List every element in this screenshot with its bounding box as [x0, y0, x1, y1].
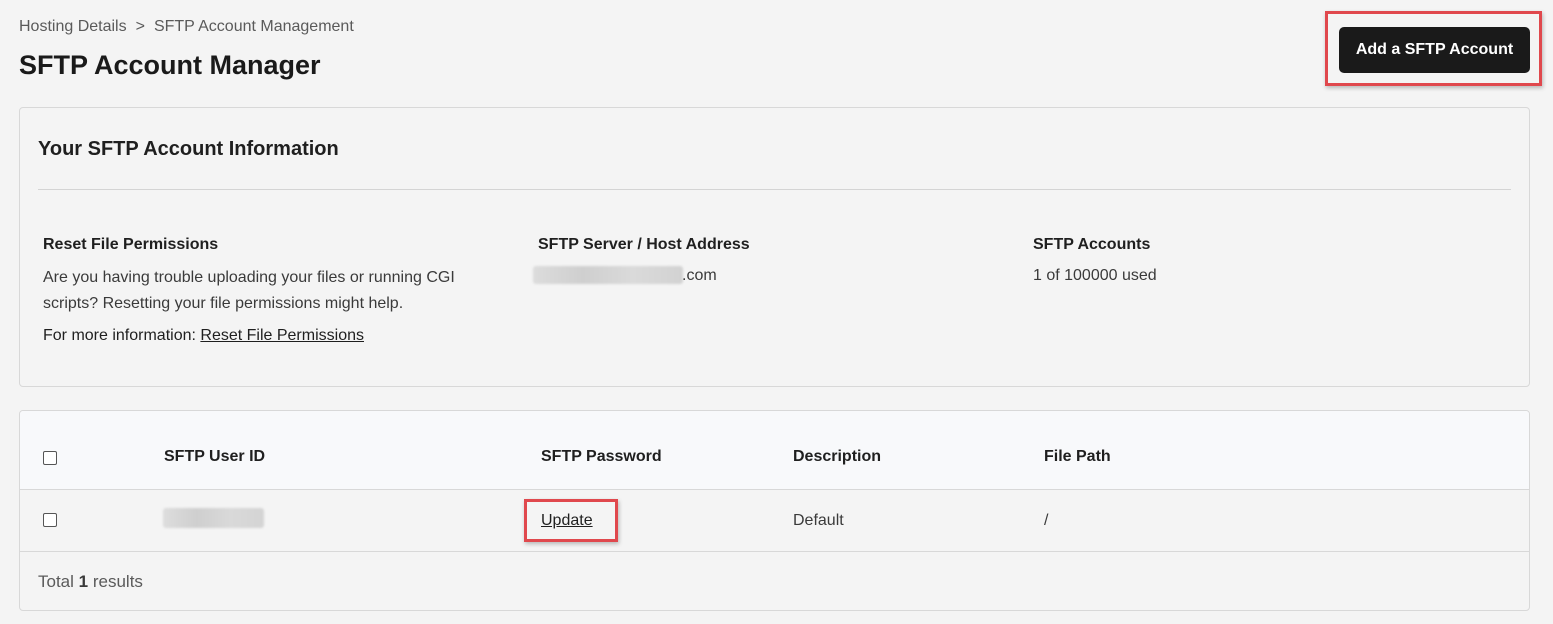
sftp-accounts-table: SFTP User ID SFTP Password Description F…	[19, 410, 1530, 611]
reset-file-permissions-link[interactable]: Reset File Permissions	[200, 327, 364, 344]
add-sftp-account-button[interactable]: Add a SFTP Account	[1339, 27, 1530, 73]
redacted-host-address	[533, 266, 683, 284]
more-info-line: For more information: Reset File Permiss…	[43, 323, 364, 349]
reset-permissions-line-2: scripts? Resetting your file permissions…	[43, 295, 404, 312]
info-card-title: Your SFTP Account Information	[38, 138, 339, 160]
column-header-description[interactable]: Description	[793, 448, 881, 466]
column-header-user-id[interactable]: SFTP User ID	[164, 448, 265, 466]
column-header-file-path[interactable]: File Path	[1044, 448, 1111, 466]
row-checkbox[interactable]	[43, 513, 57, 527]
breadcrumb: Hosting Details > SFTP Account Management	[19, 18, 354, 36]
table-row: Update Default /	[20, 490, 1529, 552]
server-address-heading: SFTP Server / Host Address	[538, 236, 750, 253]
breadcrumb-hosting-details[interactable]: Hosting Details	[19, 18, 127, 35]
row-file-path: /	[1044, 512, 1049, 529]
page-title: SFTP Account Manager	[19, 50, 321, 80]
results-summary: Total 1 results	[38, 572, 143, 592]
column-header-password[interactable]: SFTP Password	[541, 448, 662, 466]
update-link-highlight	[524, 499, 618, 542]
host-address-suffix: .com	[682, 267, 717, 284]
sftp-accounts-usage: 1 of 100000 used	[1033, 267, 1157, 284]
breadcrumb-separator: >	[135, 18, 145, 35]
reset-permissions-heading: Reset File Permissions	[43, 236, 219, 253]
select-all-checkbox[interactable]	[43, 451, 57, 465]
results-suffix: results	[92, 572, 143, 591]
sftp-info-card: Your SFTP Account Information Reset File…	[19, 107, 1530, 387]
sftp-accounts-heading: SFTP Accounts	[1033, 236, 1151, 253]
info-card-divider	[38, 189, 1511, 190]
reset-permissions-line-1: Are you having trouble uploading your fi…	[43, 269, 455, 286]
table-header: SFTP User ID SFTP Password Description F…	[20, 411, 1529, 490]
redacted-user-id	[163, 508, 264, 528]
results-prefix: Total	[38, 572, 74, 591]
more-info-prefix: For more information:	[43, 327, 196, 344]
breadcrumb-current: SFTP Account Management	[153, 18, 354, 35]
row-description: Default	[793, 512, 844, 529]
results-count: 1	[78, 572, 89, 591]
